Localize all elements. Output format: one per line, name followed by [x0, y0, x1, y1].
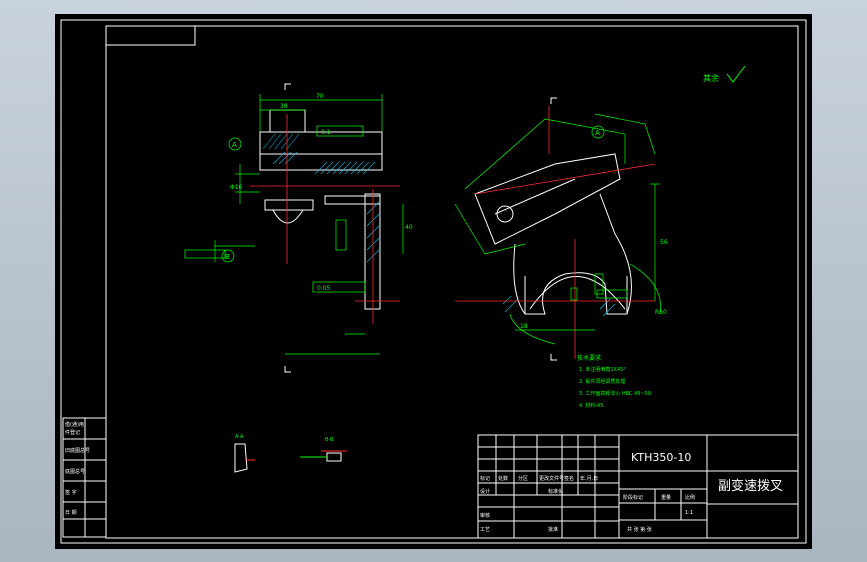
side-cell-4: 签 字 [65, 489, 77, 496]
part-name: 副变速拨叉 [718, 478, 783, 494]
tb-col-4: 签名 [564, 475, 574, 482]
tech-title: 技术要求 [577, 354, 601, 362]
tb-col-3: 更改文件号 [539, 475, 564, 482]
side-cell-2: 旧底图总号 [65, 447, 90, 454]
tb-approve: 批准 [548, 526, 558, 533]
section-bb: B-B [325, 437, 334, 443]
tech-requirements: 技术要求 1. 未注明倒角1X45° 2. 锻件须经调质处理 3. 工作面高频淬… [577, 354, 651, 409]
dim-h2: 56 [660, 239, 668, 246]
section-aa: A-A [235, 434, 244, 440]
tb-sheet: 共 张 第 张 [627, 526, 652, 533]
section-views: A-A B-B [234, 434, 347, 473]
dim-h1: 40 [405, 224, 413, 231]
tb-stage: 阶段标记 [623, 494, 643, 501]
dim-r: R60 [655, 309, 667, 316]
dim-bore: Φ16 [230, 184, 243, 191]
side-cell-0: 借(通)用 [65, 421, 84, 428]
tolerance-1: 0.1 [321, 129, 331, 136]
tolerance-2: 0.05 [317, 285, 331, 292]
cad-drawing: 借(通)用 件登记 旧底图总号 底图总号 签 字 日 期 其余 70 38 A … [60, 19, 807, 544]
tb-col-0: 标记 [480, 475, 490, 482]
tb-std: 标准化 [548, 488, 563, 495]
tech-item-3: 3. 工作面高频淬火 HRC 45~50 [579, 390, 651, 397]
side-cell-1: 件登记 [65, 429, 80, 436]
tb-scale: 1:1 [685, 510, 693, 516]
tech-item-2: 2. 锻件须经调质处理 [579, 378, 625, 385]
tb-col-1: 处数 [498, 475, 508, 482]
datum-b-left: B [225, 253, 230, 261]
inner-frame [105, 25, 799, 539]
tb-row-design: 设计 [480, 488, 490, 495]
outer-frame [60, 19, 807, 544]
front-view: 70 38 A B 0.1 0.05 Φ16 40 [184, 83, 413, 373]
drawing-sheet: 借(通)用 件登记 旧底图总号 底图总号 签 字 日 期 其余 70 38 A … [55, 14, 812, 549]
tb-row-process: 工艺 [480, 527, 490, 533]
dim-top: 70 [316, 93, 324, 100]
tb-col-5: 年.月.日 [580, 475, 598, 482]
tech-item-4: 4. 材料:45 [579, 402, 603, 409]
top-left-box [105, 25, 196, 46]
tb-scale-label: 比例 [685, 494, 695, 501]
tech-item-1: 1. 未注明倒角1X45° [579, 366, 626, 373]
tb-weight: 重量 [661, 494, 671, 501]
datum-a-left: A [232, 141, 237, 149]
roughness-note: 其余 [703, 73, 719, 83]
tb-row-check: 审核 [480, 512, 490, 519]
side-cell-5: 日 期 [65, 510, 77, 516]
datum-a-right: A [595, 129, 600, 137]
roughness-symbol-icon [726, 65, 746, 83]
dim-slot: 18 [520, 323, 528, 330]
tb-col-2: 分区 [518, 475, 528, 482]
drawing-number: KTH350-10 [631, 451, 691, 464]
dim-width: 38 [280, 103, 288, 110]
side-cell-3: 底图总号 [65, 468, 85, 475]
side-view: A 56 R60 18 [454, 97, 668, 361]
